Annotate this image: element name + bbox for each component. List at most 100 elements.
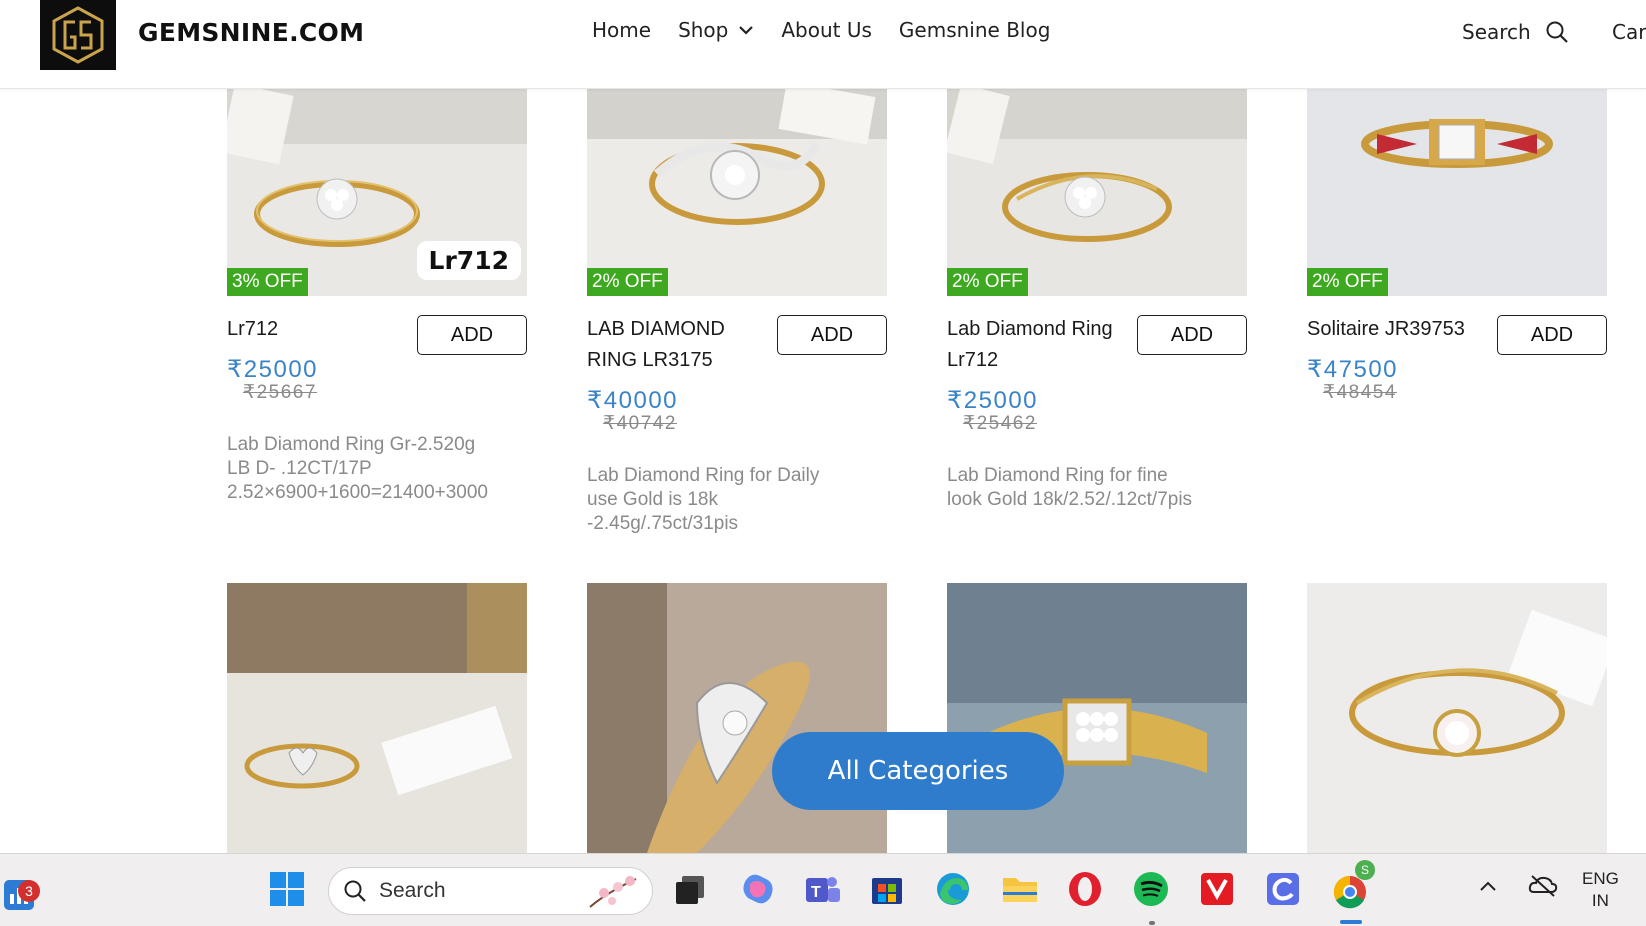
header-search-label: Search xyxy=(1462,20,1531,44)
nav-home-label: Home xyxy=(592,18,652,42)
onedrive-button[interactable] xyxy=(1528,872,1568,912)
product-name[interactable]: Lab Diamond Ring Lr712 xyxy=(947,314,1127,376)
profile-badge: S xyxy=(1355,860,1375,880)
add-to-cart-button[interactable]: ADD xyxy=(1137,315,1247,355)
product-name[interactable]: Lr712 xyxy=(227,314,407,345)
product-name[interactable]: LAB DIAMOND RING LR3175 xyxy=(587,314,767,376)
vyapar-icon xyxy=(1201,873,1233,905)
task-view-icon xyxy=(676,876,704,904)
cherry-blossom-icon xyxy=(589,876,637,908)
spotify-button[interactable] xyxy=(1132,870,1172,910)
windows-taskbar: 3 Search T S ENG IN xyxy=(0,853,1646,926)
product-image[interactable]: 3% OFF Lr712 xyxy=(227,89,527,296)
discount-badge: 3% OFF xyxy=(227,268,308,296)
language-indicator[interactable]: ENG IN xyxy=(1582,868,1619,912)
nav-shop-label: Shop xyxy=(678,18,729,42)
product-image[interactable]: 2% OFF xyxy=(1307,89,1607,296)
product-card[interactable] xyxy=(227,583,527,853)
product-image[interactable] xyxy=(947,583,1247,853)
product-image[interactable]: 2% OFF xyxy=(947,89,1247,296)
product-card[interactable]: 3% OFF Lr712 Lr712 ADD ₹25000 ₹25667 Lab… xyxy=(227,89,527,529)
add-to-cart-button[interactable]: ADD xyxy=(1497,315,1607,355)
teams-button[interactable]: T xyxy=(802,870,842,910)
nav-home[interactable]: Home xyxy=(592,18,651,42)
nav-about-label: About Us xyxy=(781,18,872,42)
site-logo[interactable] xyxy=(40,0,116,70)
opera-icon xyxy=(1069,872,1101,906)
taskbar-search-box[interactable]: Search xyxy=(328,867,653,915)
add-to-cart-button[interactable]: ADD xyxy=(777,315,887,355)
start-button[interactable] xyxy=(268,870,308,910)
ring-photo-image xyxy=(587,89,887,296)
product-image[interactable] xyxy=(1307,583,1607,853)
canva-button[interactable] xyxy=(1264,870,1304,910)
product-card[interactable]: 2% OFF Solitaire JR39753 ADD ₹47500 ₹484… xyxy=(1307,89,1607,529)
windows-start-icon xyxy=(270,872,304,906)
notification-badge: 3 xyxy=(18,880,40,902)
vyapar-button[interactable] xyxy=(1198,870,1238,910)
edge-button[interactable] xyxy=(934,870,974,910)
chrome-button[interactable]: S xyxy=(1330,860,1375,910)
product-description: Lab Diamond Ring for Daily use Gold is 1… xyxy=(587,465,820,534)
brand-name[interactable]: GEMSNINE.COM xyxy=(138,18,364,47)
copilot-icon xyxy=(743,874,773,904)
product-old-price: ₹40742 xyxy=(603,413,677,434)
product-description: Lab Diamond Ring for fine look Gold 18k/… xyxy=(947,465,1193,510)
svg-text:T: T xyxy=(811,884,821,901)
nav-blog-label: Gemsnine Blog xyxy=(898,18,1051,42)
widgets-button[interactable]: 3 xyxy=(2,870,42,910)
product-image[interactable]: 2% OFF xyxy=(587,89,887,296)
discount-badge: 2% OFF xyxy=(947,268,1028,296)
product-price: ₹40000 xyxy=(587,387,679,414)
cart-link[interactable]: Car xyxy=(1612,20,1646,44)
ring-photo-image xyxy=(947,583,1247,853)
add-to-cart-button[interactable]: ADD xyxy=(417,315,527,355)
product-price: ₹25000 xyxy=(227,356,319,383)
task-view-button[interactable] xyxy=(672,870,712,910)
product-card[interactable]: 2% OFF Lab Diamond Ring Lr712 ADD ₹25000… xyxy=(947,89,1247,529)
product-code-tag: Lr712 xyxy=(416,241,521,280)
nav-shop[interactable]: Shop xyxy=(678,18,754,42)
product-description: Lab Diamond Ring Gr-2.520g LB D- .12CT/1… xyxy=(227,434,488,503)
ring-photo-image xyxy=(1307,583,1607,853)
product-image[interactable] xyxy=(227,583,527,853)
active-app-indicator xyxy=(1340,920,1362,924)
site-header: GEMSNINE.COM Home Shop About Us Gemsnine… xyxy=(0,0,1646,89)
chevron-down-icon xyxy=(739,26,754,35)
show-hidden-icons-button[interactable] xyxy=(1478,876,1518,916)
ring-photo-image xyxy=(947,89,1247,296)
folder-icon xyxy=(1003,878,1037,902)
product-name[interactable]: Solitaire JR39753 xyxy=(1307,314,1487,345)
product-card[interactable] xyxy=(587,583,887,853)
language-code: ENG xyxy=(1582,869,1619,888)
cloud-offline-icon xyxy=(1528,875,1558,897)
product-old-price: ₹48454 xyxy=(1323,382,1397,403)
ms-store-button[interactable] xyxy=(868,870,908,910)
search-icon xyxy=(344,880,366,902)
gemsnine-logo-icon xyxy=(52,6,104,64)
nav-blog[interactable]: Gemsnine Blog xyxy=(899,18,1050,42)
product-image[interactable] xyxy=(587,583,887,853)
edge-icon xyxy=(937,873,969,905)
search-icon xyxy=(1546,21,1568,43)
region-code: IN xyxy=(1591,891,1609,910)
product-card[interactable]: 2% OFF LAB DIAMOND RING LR3175 ADD ₹4000… xyxy=(587,89,887,534)
nav-about[interactable]: About Us xyxy=(781,18,872,42)
taskbar-search-placeholder: Search xyxy=(379,879,446,902)
product-card[interactable] xyxy=(947,583,1247,853)
all-categories-button[interactable]: All Categories xyxy=(772,732,1064,810)
spotify-icon xyxy=(1134,872,1168,906)
header-search-button[interactable]: Search xyxy=(1462,20,1569,44)
ring-photo-image xyxy=(1307,89,1607,296)
ring-photo-image xyxy=(587,583,887,853)
chevron-up-icon xyxy=(1480,881,1496,891)
file-explorer-button[interactable] xyxy=(1000,870,1040,910)
discount-badge: 2% OFF xyxy=(587,268,668,296)
main-nav: Home Shop About Us Gemsnine Blog xyxy=(592,18,1077,42)
opera-button[interactable] xyxy=(1066,870,1106,910)
product-card[interactable] xyxy=(1307,583,1607,853)
discount-badge: 2% OFF xyxy=(1307,268,1388,296)
canva-icon xyxy=(1267,873,1299,905)
copilot-button[interactable] xyxy=(738,870,778,910)
teams-icon: T xyxy=(806,877,840,902)
